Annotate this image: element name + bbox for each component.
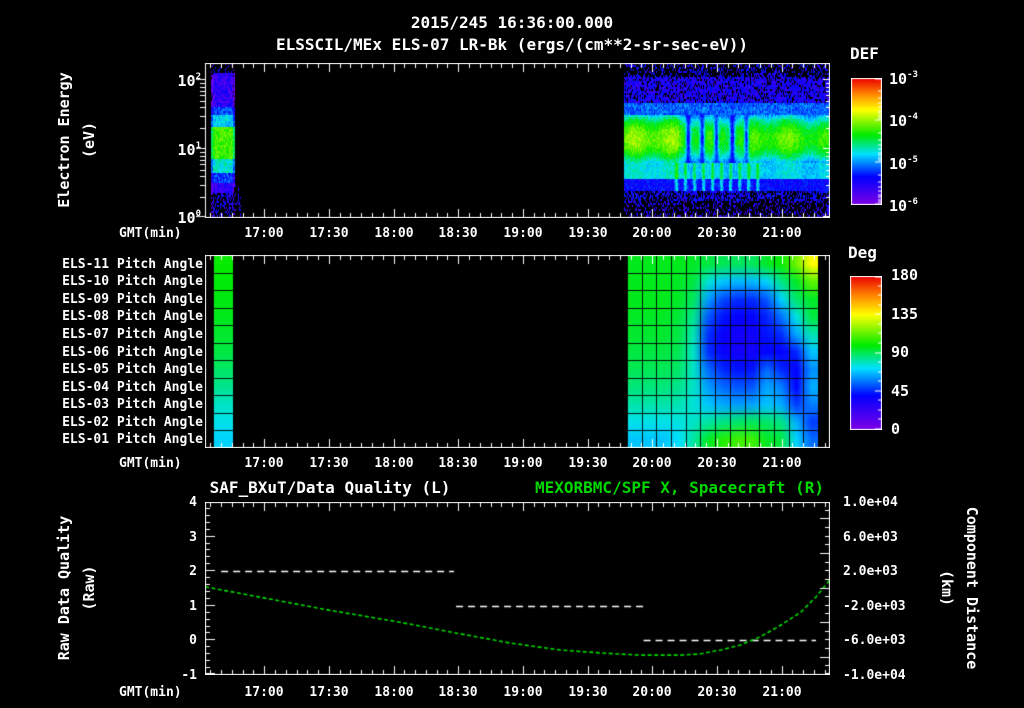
raw-data-quality-axis-label: Raw Data Quality (Raw) [52, 516, 102, 661]
pitch-row-label: ELS-04 Pitch Angle [62, 380, 203, 395]
component-distance-axis-label: Component Distance (km) [934, 507, 984, 670]
component-distance-axis-line1: Component Distance [963, 506, 981, 670]
time-tick-label: 19:00 [503, 456, 543, 471]
time-tick-label: 20:30 [697, 226, 737, 241]
pitch-row-label: ELS-07 Pitch Angle [62, 327, 203, 342]
time-tick-label: 19:30 [568, 456, 608, 471]
energy-spectrogram-panel [193, 63, 830, 218]
def-tick-label: 10-6 [889, 197, 918, 215]
time-tick-label: 21:00 [762, 226, 802, 241]
timeseries-panel [205, 502, 830, 675]
quality-tick-label: 4 [189, 495, 197, 510]
electron-energy-axis-label: Electron Energy (eV) [52, 72, 102, 207]
time-tick-label: 19:30 [568, 226, 608, 241]
time-tick-label: 17:00 [244, 685, 284, 700]
time-tick-label: 18:30 [438, 456, 478, 471]
time-tick-label: 18:00 [374, 226, 414, 241]
time-tick-label: 17:30 [309, 456, 349, 471]
energy-tick-label: 100 [177, 209, 201, 227]
time-tick-label: 20:30 [697, 685, 737, 700]
time-tick-label: 17:30 [309, 685, 349, 700]
time-tick-label: 20:00 [632, 685, 672, 700]
quality-tick-label: 1 [189, 599, 197, 614]
quality-tick-label: 2 [189, 564, 197, 579]
time-tick-label: 21:00 [762, 685, 802, 700]
deg-tick-label: 0 [891, 420, 901, 438]
plot-screen: 2015/245 16:36:00.000 ELSSCIL/MEx ELS-07… [0, 0, 1024, 708]
pitch-row-label: ELS-03 Pitch Angle [62, 397, 203, 412]
time-tick-label: 17:00 [244, 456, 284, 471]
quality-tick-label: -1 [181, 668, 197, 683]
pitch-row-label: ELS-10 Pitch Angle [62, 274, 203, 289]
main-title: 2015/245 16:36:00.000 [410, 13, 614, 32]
distance-tick-label: 1.0e+04 [843, 495, 898, 510]
raw-data-quality-axis-line2: (Raw) [80, 565, 98, 611]
def-colorbar-title: DEF [850, 44, 879, 63]
def-tick-label: 10-3 [889, 70, 918, 88]
time-tick-label: 19:00 [503, 685, 543, 700]
left-plot-title: SAF_BXuT/Data Quality (L) [209, 478, 451, 497]
pitch-row-label: ELS-09 Pitch Angle [62, 292, 203, 307]
component-distance-axis-line2: (km) [938, 569, 956, 607]
time-tick-label: 19:00 [503, 226, 543, 241]
time-tick-label: 17:30 [309, 226, 349, 241]
gmt-label-middle: GMT(min) [119, 456, 182, 471]
def-tick-label: 10-5 [889, 155, 918, 173]
quality-tick-label: 3 [189, 530, 197, 545]
distance-tick-label: -1.0e+04 [843, 668, 906, 683]
quality-tick-label: 0 [189, 633, 197, 648]
time-tick-label: 20:00 [632, 456, 672, 471]
time-tick-label: 18:00 [374, 685, 414, 700]
energy-tick-label: 102 [177, 72, 201, 90]
time-tick-label: 17:00 [244, 226, 284, 241]
time-tick-label: 20:30 [697, 456, 737, 471]
pitch-row-label: ELS-02 Pitch Angle [62, 415, 203, 430]
pitch-row-label: ELS-08 Pitch Angle [62, 309, 203, 324]
pitch-row-label: ELS-05 Pitch Angle [62, 362, 203, 377]
electron-energy-axis-line2: (eV) [80, 121, 98, 159]
time-tick-label: 20:00 [632, 226, 672, 241]
distance-tick-label: -2.0e+03 [843, 599, 906, 614]
deg-tick-label: 135 [891, 305, 919, 323]
gmt-label-bottom: GMT(min) [119, 685, 182, 700]
pitch-row-label: ELS-06 Pitch Angle [62, 345, 203, 360]
energy-tick-label: 101 [177, 141, 201, 159]
electron-energy-axis-line1: Electron Energy [55, 72, 73, 208]
gmt-label-top: GMT(min) [119, 226, 182, 241]
deg-tick-label: 180 [891, 266, 919, 284]
deg-tick-label: 45 [891, 382, 910, 400]
pitch-row-label: ELS-01 Pitch Angle [62, 432, 203, 447]
deg-colorbar-title: Deg [848, 243, 877, 262]
def-colorbar [851, 78, 882, 205]
raw-data-quality-axis-line1: Raw Data Quality [55, 515, 73, 661]
deg-colorbar [850, 276, 882, 430]
deg-tick-label: 90 [891, 343, 910, 361]
def-tick-label: 10-4 [889, 112, 918, 130]
right-plot-title: MEXORBMC/SPF X, Spacecraft (R) [535, 478, 824, 497]
distance-tick-label: 6.0e+03 [843, 530, 898, 545]
time-tick-label: 18:30 [438, 226, 478, 241]
time-tick-label: 18:00 [374, 456, 414, 471]
time-tick-label: 21:00 [762, 456, 802, 471]
time-tick-label: 18:30 [438, 685, 478, 700]
pitch-row-label: ELS-11 Pitch Angle [62, 257, 203, 272]
time-tick-label: 19:30 [568, 685, 608, 700]
pitch-angle-panel [205, 255, 830, 448]
distance-tick-label: 2.0e+03 [843, 564, 898, 579]
distance-tick-label: -6.0e+03 [843, 633, 906, 648]
